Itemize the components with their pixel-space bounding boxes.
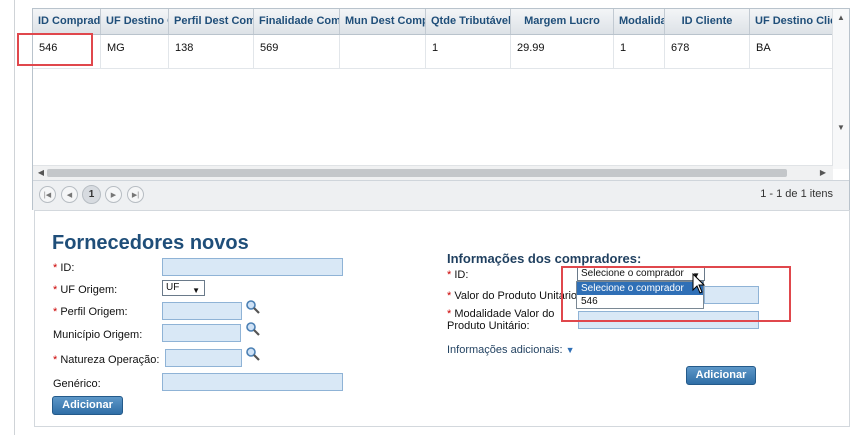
cell-uf-destino-cliente: BA xyxy=(756,42,771,54)
grid-header: ID Comprador UF Destino Cliente Perfil D… xyxy=(33,9,833,35)
col-finalidade[interactable]: Finalidade Compra xyxy=(254,9,340,34)
pager: |◀ ◀ 1 ▶ ▶| 1 - 1 de 1 itens xyxy=(33,180,849,210)
col-mun-dest[interactable]: Mun Dest Compra xyxy=(340,9,426,34)
horizontal-scrollbar[interactable]: ◀ ▶ xyxy=(33,165,833,180)
next-page-icon[interactable]: ▶ xyxy=(105,186,122,203)
scroll-left-icon[interactable]: ◀ xyxy=(35,166,47,180)
page-border xyxy=(14,0,15,435)
modalidade-valor-label: * Modalidade Valor do Produto Unitário: xyxy=(447,308,555,332)
buyers-grid: ID Comprador UF Destino Cliente Perfil D… xyxy=(32,8,850,210)
add-supplier-button[interactable]: Adicionar xyxy=(52,396,123,415)
id-input[interactable] xyxy=(162,258,343,276)
highlight-box-dropdown xyxy=(561,266,791,322)
id-label: * ID: xyxy=(53,262,75,274)
cell-perfil-dest: 138 xyxy=(169,35,254,68)
additional-info-toggle[interactable]: Informações adicionais: ▼ xyxy=(447,344,575,356)
search-icon[interactable] xyxy=(245,346,261,362)
chevron-down-icon: ▼ xyxy=(192,286,200,295)
first-page-icon[interactable]: |◀ xyxy=(39,186,56,203)
cell-uf-destino: MG xyxy=(101,35,169,68)
cell-finalidade: 569 xyxy=(254,35,340,68)
col-margem-lucro[interactable]: Margem Lucro xyxy=(511,9,614,34)
cell-mun-dest xyxy=(340,35,426,68)
col-qtde-tributavel[interactable]: Qtde Tributável xyxy=(426,9,511,34)
scroll-down-icon[interactable]: ▼ xyxy=(833,121,849,135)
cell-modalidade: 1 xyxy=(614,35,665,68)
uf-origem-select[interactable]: UF ▼ xyxy=(162,280,205,296)
pager-info: 1 - 1 de 1 itens xyxy=(760,188,833,200)
col-id-comprador[interactable]: ID Comprador xyxy=(33,9,101,34)
generico-label: Genérico: xyxy=(53,378,101,390)
perfil-origem-input[interactable] xyxy=(162,302,242,320)
cell-margem-lucro: 29.99 xyxy=(511,35,614,68)
col-uf-destino-cliente[interactable]: UF Destino Cliente xyxy=(750,9,833,34)
municipio-origem-label: Município Origem: xyxy=(53,329,143,341)
current-page[interactable]: 1 xyxy=(82,185,101,204)
natureza-operacao-label: * Natureza Operação: xyxy=(53,354,160,366)
municipio-origem-input[interactable] xyxy=(162,324,241,342)
scroll-thumb[interactable] xyxy=(47,169,787,177)
perfil-origem-label: * Perfil Origem: xyxy=(53,306,128,318)
buyer-id-label: * ID: xyxy=(447,269,469,281)
search-icon[interactable] xyxy=(245,321,261,337)
uf-origem-label: * UF Origem: xyxy=(53,284,118,296)
col-id-cliente[interactable]: ID Cliente xyxy=(665,9,750,34)
highlight-box-cell xyxy=(17,33,93,66)
add-buyer-button[interactable]: Adicionar xyxy=(686,366,756,385)
natureza-operacao-input[interactable] xyxy=(165,349,242,367)
cell-id-cliente: 678 xyxy=(665,35,750,68)
cell-qtde-tributavel: 1 xyxy=(426,35,511,68)
search-icon[interactable] xyxy=(245,299,261,315)
prev-page-icon[interactable]: ◀ xyxy=(61,186,78,203)
last-page-icon[interactable]: ▶| xyxy=(127,186,144,203)
scroll-right-icon[interactable]: ▶ xyxy=(817,166,829,180)
table-row[interactable]: 546 MG 138 569 1 29.99 1 678 BA xyxy=(33,35,833,69)
col-uf-destino[interactable]: UF Destino Cliente xyxy=(101,9,169,34)
generico-input[interactable] xyxy=(162,373,343,391)
mouse-cursor-icon xyxy=(692,273,706,294)
scroll-up-icon[interactable]: ▲ xyxy=(833,11,849,25)
buyers-info-title: Informações dos compradores: xyxy=(447,251,642,266)
chevron-down-icon: ▼ xyxy=(565,345,575,355)
form-title: Fornecedores novos xyxy=(52,232,249,254)
col-perfil-dest[interactable]: Perfil Dest Comprador xyxy=(169,9,254,34)
col-modalidade[interactable]: Modalidade xyxy=(614,9,665,34)
vertical-scrollbar[interactable]: ▲ ▼ xyxy=(832,9,849,169)
